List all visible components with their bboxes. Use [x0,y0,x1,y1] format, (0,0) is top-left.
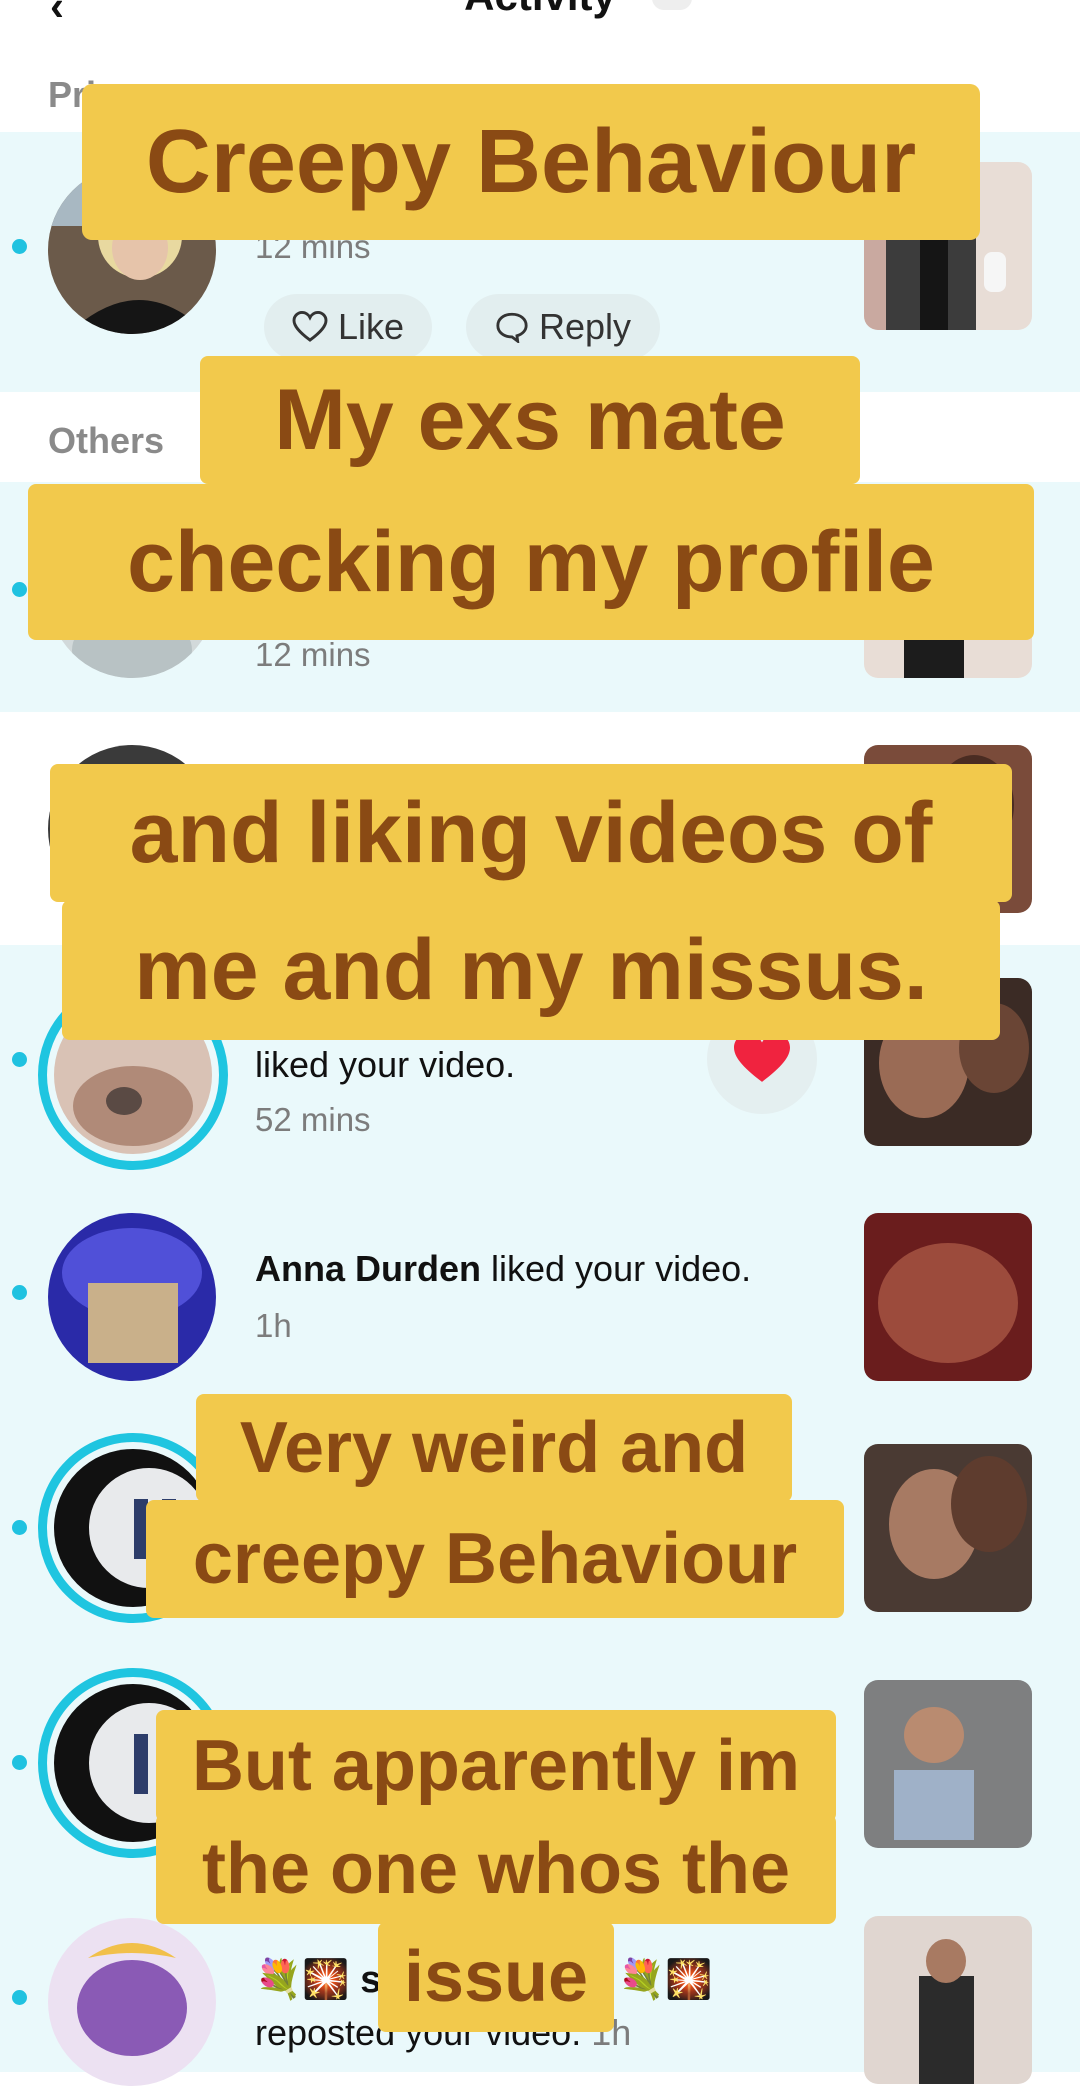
caption-overlay: Creepy Behaviour [82,84,980,240]
unread-dot [12,1990,27,2005]
avatar[interactable] [48,1918,216,2086]
reply-button[interactable]: Reply [466,294,660,360]
caption-overlay: But apparently im [156,1710,836,1822]
thumbnail-image-icon [864,1680,1032,1848]
activity-text: liked your video. [255,1044,516,1085]
thumbnail-image-icon [864,1213,1032,1381]
caption-overlay: My exs mate [200,356,860,484]
unread-dot [12,1052,27,1067]
like-button[interactable]: Like [264,294,432,360]
video-thumbnail[interactable] [864,1213,1032,1381]
caption-overlay: creepy Behaviour [146,1500,844,1618]
username[interactable]: Anna Durden [255,1248,481,1289]
caption-overlay: me and my missus. [62,900,1000,1040]
row-time: 12 mins [255,636,371,673]
caption-overlay: issue [378,1922,614,2032]
caption-overlay: Very weird and [196,1394,792,1502]
heart-outline-icon [292,311,328,342]
reply-label: Reply [538,306,632,347]
video-thumbnail[interactable] [864,1444,1032,1612]
row-time: 52 mins [255,1101,371,1138]
unread-dot [12,1285,27,1300]
speech-bubble-icon [496,312,528,343]
like-label: Like [337,306,405,347]
unread-dot [12,239,27,254]
avatar[interactable] [48,1213,216,1381]
emoji-decoration-left: 💐🎇 [255,1959,350,2001]
row-time: 1h [255,1307,292,1344]
emoji-decoration-right: 💐🎇 [618,1959,713,2001]
activity-text: Anna Durden liked your video. [255,1248,751,1290]
thumbnail-image-icon [864,1444,1032,1612]
avatar-photo-icon [48,1918,216,2086]
activity-text: 💐🎇 s [255,1958,381,2002]
section-label-others: Others [48,420,165,461]
unread-dot [12,582,27,597]
caption-overlay: checking my profile [28,484,1034,640]
thumbnail-image-icon [864,1916,1032,2084]
unread-dot [12,1755,27,1770]
avatar-photo-icon [48,1213,216,1381]
video-thumbnail[interactable] [864,1680,1032,1848]
activity-suffix: liked your video. [481,1248,752,1289]
page-title: Activity [0,0,1080,20]
unread-dot [12,1520,27,1535]
caption-overlay: and liking videos of [50,764,1012,902]
caption-overlay: the one whos the [156,1814,836,1924]
video-thumbnail[interactable] [864,1916,1032,2084]
